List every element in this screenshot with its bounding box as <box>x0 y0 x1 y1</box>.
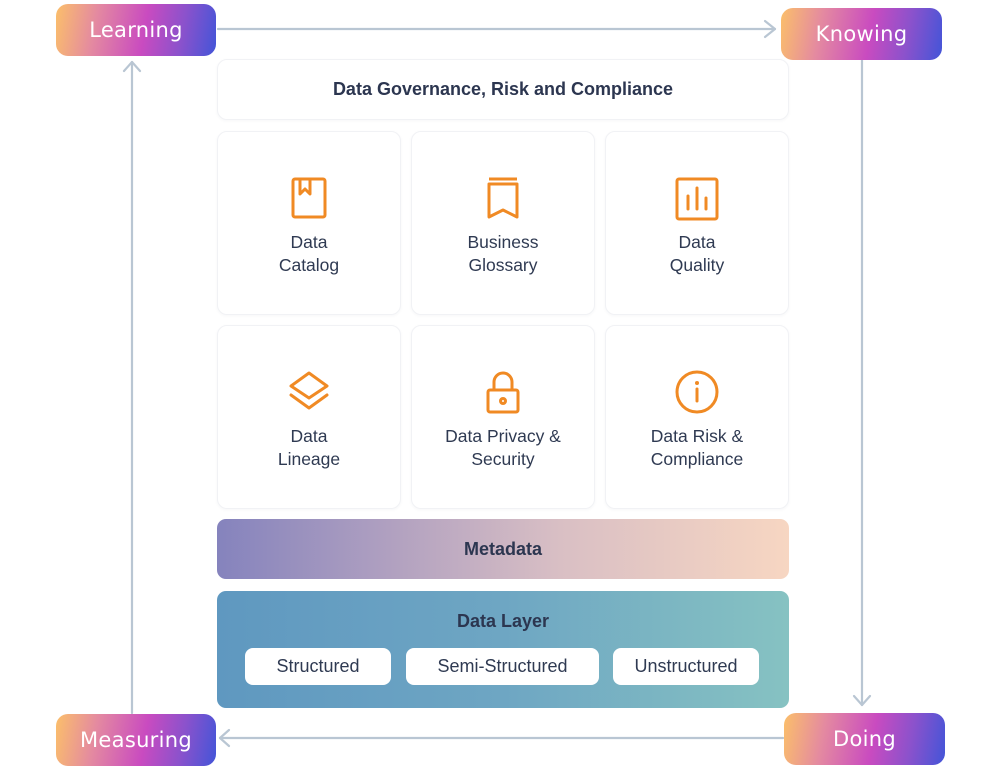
lock-icon <box>486 371 520 414</box>
data-layer: Data Layer Structured Semi-Structured Un… <box>217 591 789 708</box>
chip-structured: Structured <box>245 648 391 685</box>
arrow-doing-to-measuring <box>218 728 785 748</box>
info-circle-icon <box>675 370 719 414</box>
metadata-band: Metadata <box>217 519 789 579</box>
tile-business-glossary: Business Glossary <box>411 131 595 315</box>
governance-header: Data Governance, Risk and Compliance <box>217 59 789 120</box>
stage-learning: Learning <box>56 4 216 56</box>
book-bookmark-icon <box>291 177 327 219</box>
chip-semi-structured: Semi-Structured <box>406 648 599 685</box>
tile-data-risk-compliance: Data Risk & Compliance <box>605 325 789 509</box>
bookmark-icon <box>487 177 519 219</box>
stage-knowing: Knowing <box>781 8 942 60</box>
stage-measuring: Measuring <box>56 714 216 766</box>
stage-doing: Doing <box>784 713 945 765</box>
tile-label: Data Lineage <box>277 426 341 469</box>
tile-label: Data Catalog <box>278 232 340 275</box>
arrow-knowing-to-doing <box>852 58 872 707</box>
tile-data-quality: Data Quality <box>605 131 789 315</box>
arrow-measuring-to-learning <box>122 60 142 715</box>
tile-data-lineage: Data Lineage <box>217 325 401 509</box>
data-layer-title: Data Layer <box>456 611 550 631</box>
tile-label: Data Privacy & Security <box>445 426 561 469</box>
tile-label: Data Risk & Compliance <box>650 426 744 469</box>
tile-label: Business Glossary <box>467 232 539 275</box>
tile-data-catalog: Data Catalog <box>217 131 401 315</box>
layers-icon <box>289 371 329 410</box>
tile-label: Data Quality <box>669 232 725 275</box>
tile-data-privacy-security: Data Privacy & Security <box>411 325 595 509</box>
bar-chart-icon <box>675 177 719 221</box>
arrow-learning-to-knowing <box>216 19 777 39</box>
chip-unstructured: Unstructured <box>613 648 759 685</box>
